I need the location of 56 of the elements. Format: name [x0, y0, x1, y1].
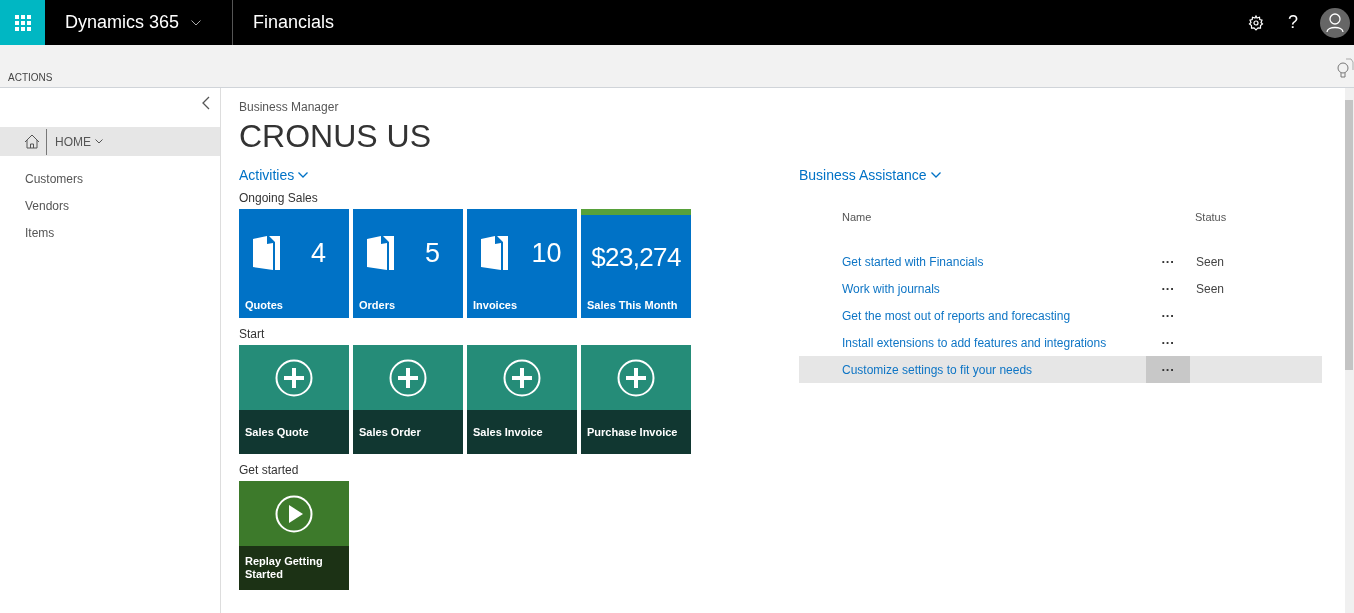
- add-icon: [617, 358, 655, 397]
- help-icon[interactable]: ?: [1288, 9, 1298, 36]
- document-icon: [481, 235, 508, 270]
- more-options-button[interactable]: ···: [1146, 275, 1190, 302]
- grid-icon: [14, 14, 31, 31]
- cue-tile[interactable]: 10 Invoices: [467, 209, 577, 318]
- actions-label: ACTIONS: [8, 71, 53, 85]
- more-options-button[interactable]: ···: [1146, 302, 1190, 329]
- assistance-link[interactable]: Work with journals: [842, 279, 1146, 298]
- column-header: Status: [1195, 209, 1227, 225]
- cue-tile[interactable]: 4 Quotes: [239, 209, 349, 318]
- assistance-link[interactable]: Install extensions to add features and integrations: [842, 333, 1146, 352]
- document-icon: [367, 235, 394, 270]
- table-row[interactable]: Work with journals ··· Seen: [799, 275, 1322, 302]
- add-icon: [389, 358, 427, 397]
- group-title: Get started: [239, 462, 300, 479]
- assistance-link[interactable]: Get the most out of reports and forecasting: [842, 306, 1146, 325]
- table-row[interactable]: Get the most out of reports and forecasting ···: [799, 302, 1322, 329]
- lightbulb-icon[interactable]: [1334, 57, 1354, 81]
- more-options-button[interactable]: ···: [1146, 329, 1190, 356]
- assistance-link[interactable]: Customize settings to fit your needs: [842, 360, 1146, 379]
- activities-header[interactable]: Activities: [239, 164, 309, 186]
- sidebar-link[interactable]: Vendors: [25, 197, 220, 215]
- status-text: Seen: [1196, 280, 1225, 298]
- company-title: CRONUS US: [239, 117, 432, 156]
- group-title: Start: [239, 326, 266, 343]
- table-row[interactable]: Install extensions to add features and integrations ···: [799, 329, 1322, 356]
- chevron-down-icon: [298, 172, 309, 178]
- chevron-down-icon: [95, 139, 103, 144]
- home-menu[interactable]: HOME: [55, 132, 103, 151]
- user-avatar[interactable]: [1320, 7, 1350, 38]
- more-options-button[interactable]: ···: [1146, 356, 1190, 383]
- play-icon: [275, 494, 313, 533]
- column-header: Name: [842, 209, 873, 225]
- more-options-button[interactable]: ···: [1146, 248, 1190, 275]
- table-row[interactable]: Get started with Financials ··· Seen: [799, 248, 1322, 275]
- cue-tile[interactable]: 5 Orders: [353, 209, 463, 318]
- table-row[interactable]: Customize settings to fit your needs ···: [799, 356, 1322, 383]
- chevron-down-icon: [191, 19, 202, 26]
- sidebar-link[interactable]: Items: [25, 224, 220, 242]
- add-icon: [275, 358, 313, 397]
- assistance-link[interactable]: Get started with Financials: [842, 252, 1146, 271]
- status-text: Seen: [1196, 253, 1225, 271]
- business-assistance-header[interactable]: Business Assistance: [799, 164, 941, 186]
- document-icon: [253, 235, 280, 270]
- collapse-icon[interactable]: [202, 96, 210, 110]
- role-label: Business Manager: [239, 99, 340, 116]
- add-icon: [503, 358, 541, 397]
- home-icon[interactable]: [24, 134, 40, 149]
- scrollbar-thumb[interactable]: [1345, 100, 1353, 370]
- app-title: Financials: [253, 11, 335, 34]
- chevron-down-icon: [930, 172, 941, 178]
- settings-icon[interactable]: [1248, 14, 1264, 31]
- sidebar-link[interactable]: Customers: [25, 170, 220, 188]
- group-title: Ongoing Sales: [239, 190, 319, 207]
- cue-tile[interactable]: $23,274 Sales This Month: [581, 209, 691, 318]
